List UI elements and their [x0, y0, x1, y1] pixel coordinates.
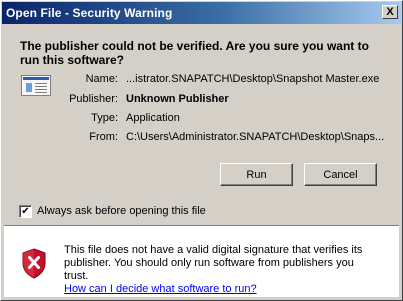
warning-text: This file does not have a valid digital … — [64, 244, 363, 282]
publisher-label: Publisher: — [69, 93, 118, 105]
window-title: Open File - Security Warning — [6, 6, 173, 20]
help-link[interactable]: How can I decide what software to run? — [64, 283, 257, 295]
from-label: From: — [89, 131, 118, 143]
run-button[interactable]: Run — [220, 163, 293, 186]
always-ask-option[interactable]: ✔ Always ask before opening this file — [19, 204, 206, 218]
dialog-content: The publisher could not be verified. Are… — [5, 24, 398, 222]
security-warning-dialog: Open File - Security Warning X The publi… — [0, 0, 403, 301]
cancel-button[interactable]: Cancel — [304, 163, 377, 186]
title-bar[interactable]: Open File - Security Warning X — [2, 2, 401, 24]
warning-headline: The publisher could not be verified. Are… — [20, 39, 369, 67]
warning-panel: This file does not have a valid digital … — [4, 227, 399, 297]
always-ask-label[interactable]: Always ask before opening this file — [37, 205, 206, 217]
shield-error-icon — [22, 248, 46, 279]
name-label: Name: — [85, 73, 118, 85]
close-button[interactable]: X — [382, 5, 398, 19]
type-value: Application — [126, 112, 180, 124]
name-value: ...istrator.SNAPATCH\Desktop\Snapshot Ma… — [126, 73, 380, 85]
always-ask-checkbox[interactable]: ✔ — [19, 204, 32, 218]
type-label: Type: — [91, 112, 118, 124]
warning-message: This file does not have a valid digital … — [64, 244, 379, 296]
publisher-value: Unknown Publisher — [126, 93, 229, 105]
from-value: C:\Users\Administrator.SNAPATCH\Desktop\… — [126, 131, 385, 143]
close-icon: X — [386, 6, 394, 18]
